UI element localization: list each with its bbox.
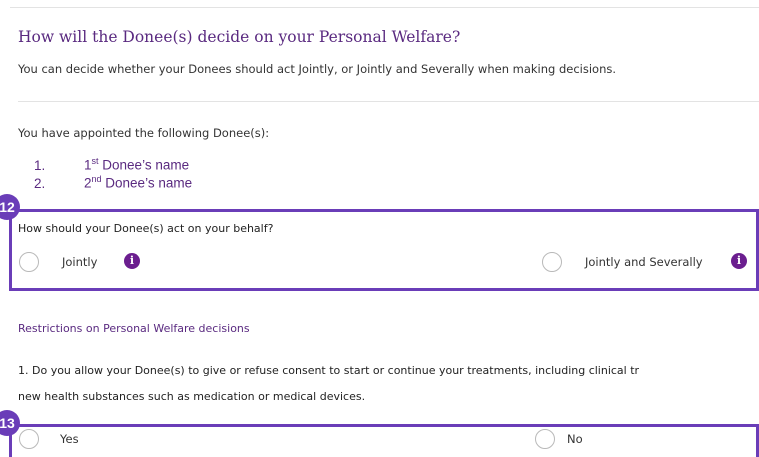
no-radio[interactable] — [535, 429, 555, 449]
personal-welfare-decision-page: How will the Donee(s) decide on your Per… — [0, 0, 759, 457]
jointly-and-severally-radio[interactable] — [542, 252, 562, 272]
act-on-behalf-question: How should your Donee(s) act on your beh… — [18, 222, 274, 235]
section-title: How will the Donee(s) decide on your Per… — [18, 28, 461, 46]
no-label[interactable]: No — [567, 432, 583, 446]
donee-ordinal-suffix: nd — [91, 174, 102, 184]
jointly-radio[interactable] — [19, 252, 39, 272]
donee-ordinal: 2 — [84, 175, 92, 191]
restrictions-heading: Restrictions on Personal Welfare decisio… — [18, 322, 250, 335]
jointly-and-severally-info-icon[interactable]: i — [731, 253, 747, 269]
section-divider — [18, 101, 759, 102]
donee-list-item: 1. 1st Donee’s name — [34, 152, 192, 173]
step-13-highlight-box — [9, 424, 759, 457]
yes-radio[interactable] — [19, 429, 39, 449]
section-description: You can decide whether your Donees shoul… — [18, 62, 617, 76]
donee-number: 2. — [34, 175, 46, 191]
jointly-label[interactable]: Jointly — [62, 255, 97, 269]
donee-ordinal-suffix: st — [91, 156, 99, 166]
donee-list-item: 2. 2nd Donee’s name — [34, 170, 193, 191]
jointly-and-severally-label[interactable]: Jointly and Severally — [585, 255, 703, 269]
yes-label[interactable]: Yes — [60, 432, 79, 446]
consent-question-line-1: 1. Do you allow your Donee(s) to give or… — [18, 364, 640, 377]
donee-name: Donee’s name — [101, 175, 193, 191]
donee-list: 1. 1st Donee’s name 2. 2nd Donee’s name — [34, 152, 193, 191]
jointly-info-icon[interactable]: i — [124, 253, 140, 269]
consent-question-line-2: new health substances such as medication… — [18, 390, 366, 403]
appointed-donees-intro: You have appointed the following Donee(s… — [18, 126, 270, 140]
top-divider — [10, 7, 759, 8]
